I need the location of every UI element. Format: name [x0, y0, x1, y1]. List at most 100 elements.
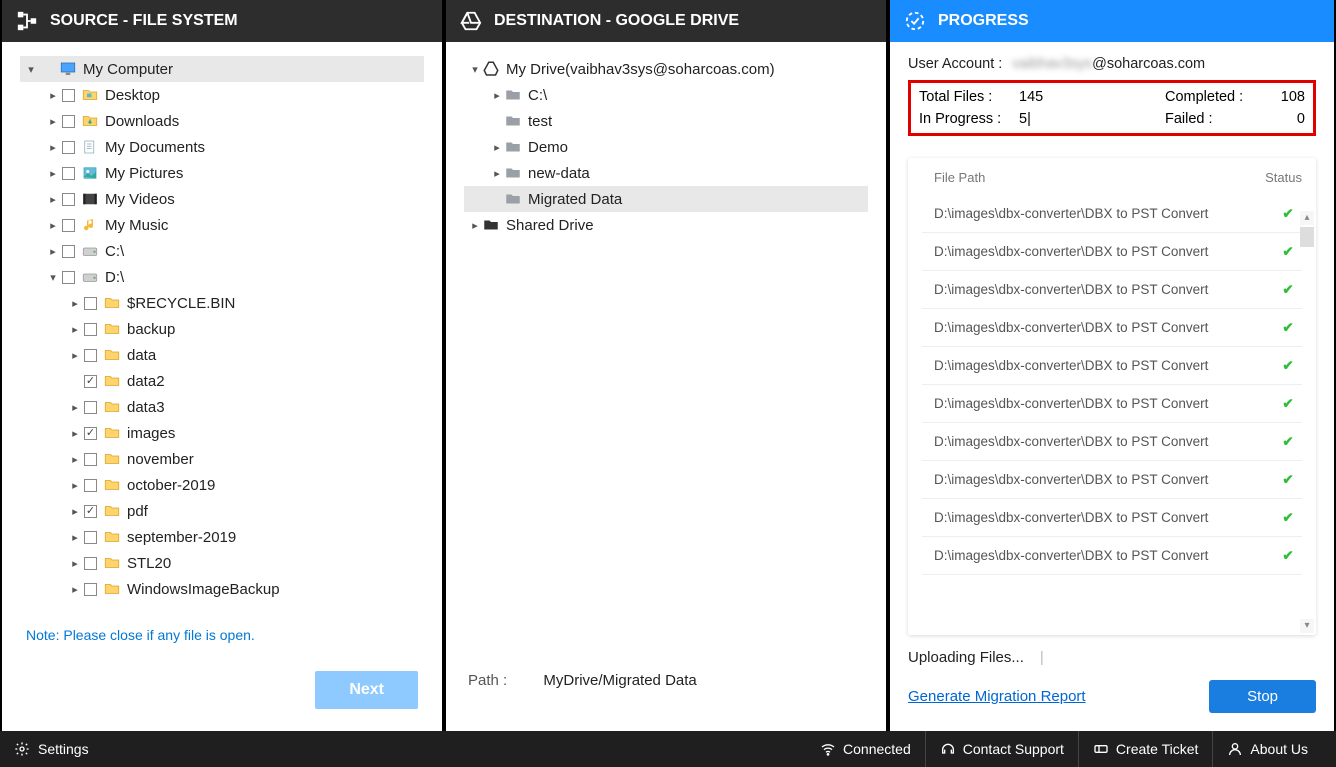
tree-item[interactable]: ▸images	[20, 420, 424, 446]
settings-button[interactable]: Settings	[14, 731, 103, 767]
checkbox[interactable]	[84, 349, 97, 362]
checkbox[interactable]	[84, 427, 97, 440]
expander-icon[interactable]: ▸	[490, 141, 504, 154]
expander-icon[interactable]: ▸	[46, 89, 60, 102]
expander-icon[interactable]: ▾	[24, 63, 38, 76]
expander-icon[interactable]: ▸	[68, 453, 82, 466]
tree-item-label: Shared Drive	[506, 217, 594, 234]
files-list[interactable]: ▴ ▾ D:\images\dbx-converter\DBX to PST C…	[908, 195, 1316, 635]
tree-item[interactable]: ▸WindowsImageBackup	[20, 576, 424, 602]
source-tree[interactable]: ▾My Computer▸Desktop▸Downloads▸My Docume…	[20, 56, 424, 619]
tree-item[interactable]: ▸september-2019	[20, 524, 424, 550]
col-filepath: File Path	[934, 170, 1265, 185]
tree-item-label: D:\	[105, 269, 124, 286]
checkbox[interactable]	[62, 167, 75, 180]
expander-icon[interactable]: ▸	[468, 219, 482, 232]
checkbox[interactable]	[84, 297, 97, 310]
expander-icon[interactable]: ▸	[68, 297, 82, 310]
tree-item[interactable]: ▸backup	[20, 316, 424, 342]
tree-item[interactable]: ▾ My Drive(vaibhav3sys@soharcoas.com)	[464, 56, 868, 82]
tree-item[interactable]: ▸data3	[20, 394, 424, 420]
expander-icon[interactable]: ▸	[46, 115, 60, 128]
checkbox[interactable]	[84, 583, 97, 596]
checkbox[interactable]	[84, 323, 97, 336]
tree-item[interactable]: ▸C:\	[20, 238, 424, 264]
checkbox[interactable]	[84, 453, 97, 466]
expander-icon[interactable]: ▾	[468, 63, 482, 76]
stop-button[interactable]: Stop	[1209, 680, 1316, 713]
expander-icon[interactable]: ▸	[46, 193, 60, 206]
tree-item[interactable]: ▸october-2019	[20, 472, 424, 498]
tree-item-label: My Drive(vaibhav3sys@soharcoas.com)	[506, 61, 775, 78]
gfolder-icon	[504, 164, 522, 182]
tree-item[interactable]: ▸new-data	[464, 160, 868, 186]
tree-item[interactable]: ▸STL20	[20, 550, 424, 576]
tree-item-label: $RECYCLE.BIN	[127, 295, 235, 312]
tree-item[interactable]: ▸ $RECYCLE.BIN	[20, 290, 424, 316]
checkbox[interactable]	[84, 505, 97, 518]
expander-icon[interactable]: ▸	[68, 349, 82, 362]
checkbox[interactable]	[84, 531, 97, 544]
tree-item[interactable]: ▸ My Videos	[20, 186, 424, 212]
expander-icon[interactable]: ▸	[68, 323, 82, 336]
gear-icon	[14, 741, 30, 757]
tree-item[interactable]: ▸ pdf	[20, 498, 424, 524]
generate-report-link[interactable]: Generate Migration Report	[908, 688, 1086, 705]
checkbox[interactable]	[84, 401, 97, 414]
expander-icon[interactable]: ▸	[490, 89, 504, 102]
checkbox[interactable]	[62, 219, 75, 232]
checkbox[interactable]	[62, 115, 75, 128]
tree-item[interactable]: ▸C:\	[464, 82, 868, 108]
tree-item[interactable]: ▸Downloads	[20, 108, 424, 134]
destination-tree[interactable]: ▾ My Drive(vaibhav3sys@soharcoas.com) ▸C:\…	[464, 56, 868, 658]
scrollbar-up[interactable]: ▴	[1300, 211, 1314, 225]
expander-icon[interactable]: ▸	[46, 219, 60, 232]
expander-icon[interactable]: ▾	[46, 271, 60, 284]
gfolder-icon	[504, 112, 522, 130]
expander-icon[interactable]: ▸	[46, 245, 60, 258]
checkbox[interactable]	[62, 193, 75, 206]
tree-item[interactable]: ▸My Documents	[20, 134, 424, 160]
tree-item[interactable]: ▸data	[20, 342, 424, 368]
expander-icon[interactable]: ▸	[68, 557, 82, 570]
expander-icon[interactable]: ▸	[46, 167, 60, 180]
expander-icon[interactable]: ▸	[68, 401, 82, 414]
expander-icon[interactable]: ▸	[68, 479, 82, 492]
tree-item[interactable]: ▾ D:\	[20, 264, 424, 290]
tree-item[interactable]: ▾My Computer	[20, 56, 424, 82]
create-ticket-button[interactable]: Create Ticket	[1078, 731, 1212, 767]
scrollbar-down[interactable]: ▾	[1300, 619, 1314, 633]
scrollbar-thumb[interactable]	[1300, 227, 1314, 247]
expander-icon[interactable]: ▸	[46, 141, 60, 154]
checkbox[interactable]	[84, 479, 97, 492]
file-row: D:\images\dbx-converter\DBX to PST Conve…	[922, 385, 1302, 423]
tree-item[interactable]: ▸My Pictures	[20, 160, 424, 186]
folder-icon	[103, 346, 121, 364]
expander-icon[interactable]: ▸	[68, 583, 82, 596]
tree-item[interactable]: ▸test	[464, 108, 868, 134]
checkbox[interactable]	[84, 557, 97, 570]
expander-icon[interactable]: ▸	[68, 427, 82, 440]
tree-item[interactable]: ▸My Music	[20, 212, 424, 238]
checkbox[interactable]	[84, 375, 97, 388]
tree-item[interactable]: ▸Migrated Data	[464, 186, 868, 212]
tree-item-label: pdf	[127, 503, 148, 520]
tree-item[interactable]: ▸november	[20, 446, 424, 472]
checkbox[interactable]	[62, 141, 75, 154]
contact-support-button[interactable]: Contact Support	[925, 731, 1078, 767]
about-us-button[interactable]: About Us	[1212, 731, 1322, 767]
expander-icon[interactable]: ▸	[68, 531, 82, 544]
tree-item[interactable]: ▸data2	[20, 368, 424, 394]
checkbox[interactable]	[62, 271, 75, 284]
files-list-card: File Path Status ▴ ▾ D:\images\dbx-conve…	[908, 158, 1316, 635]
next-button[interactable]: Next	[315, 671, 418, 709]
checkbox[interactable]	[62, 245, 75, 258]
expander-icon[interactable]: ▸	[68, 505, 82, 518]
expander-icon[interactable]: ▸	[490, 167, 504, 180]
tree-item[interactable]: ▸Desktop	[20, 82, 424, 108]
tree-item-label: My Videos	[105, 191, 175, 208]
tree-item[interactable]: ▸ Shared Drive	[464, 212, 868, 238]
tree-item[interactable]: ▸Demo	[464, 134, 868, 160]
folder-icon	[103, 554, 121, 572]
checkbox[interactable]	[62, 89, 75, 102]
